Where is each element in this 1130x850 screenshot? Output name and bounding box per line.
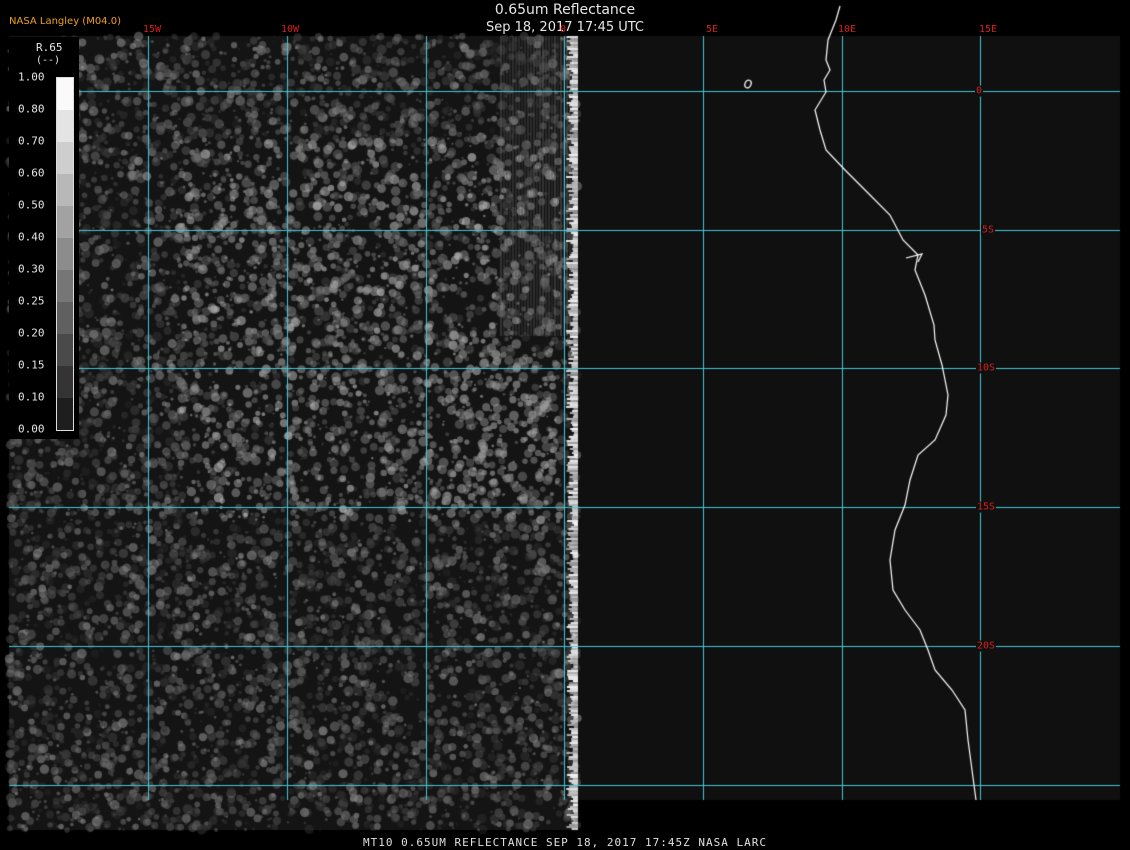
satellite-map-view: NASA Langley (M04.0) 0.65um Reflectance … — [0, 0, 1130, 850]
legend-tick: 0.70 — [18, 134, 45, 148]
longitude-label-10e: 10E — [837, 24, 857, 35]
legend-tick: 1.00 — [18, 70, 45, 84]
image-title: 0.65um Reflectance — [494, 2, 636, 18]
longitude-label-5e: 5E — [705, 24, 719, 35]
legend-tick: 0.30 — [18, 262, 45, 276]
latitude-label-15s: 15S — [975, 501, 997, 513]
legend-tick: 0.10 — [18, 390, 45, 404]
latitude-label-10s: 10S — [975, 362, 997, 374]
legend-tick: 0.50 — [18, 198, 45, 212]
legend-variable: R.65 — [36, 41, 63, 54]
colorbar-legend: R.65 (--) 1.00 0.80 0.70 0.60 0.50 0.40 … — [9, 37, 79, 439]
legend-tick: 0.00 — [18, 422, 45, 436]
footer-caption: MT10 0.65UM REFLECTANCE SEP 18, 2017 17:… — [363, 836, 767, 849]
latitude-label-20s: 20S — [975, 640, 997, 652]
legend-tick: 0.60 — [18, 166, 45, 180]
longitude-label-15e: 15E — [978, 24, 998, 35]
latitude-label-5s: 5S — [980, 224, 996, 236]
colorbar — [56, 77, 74, 431]
legend-tick: 0.25 — [18, 294, 45, 308]
longitude-label-15w: 15W — [142, 24, 162, 35]
legend-tick: 0.15 — [18, 358, 45, 372]
legend-tick: 0.20 — [18, 326, 45, 340]
longitude-label-0: 0 — [559, 24, 567, 35]
latitude-label-0: 0 — [974, 85, 984, 97]
legend-tick: 0.40 — [18, 230, 45, 244]
reflectance-image — [0, 0, 1130, 850]
legend-unit: (--) — [36, 55, 61, 66]
legend-tick: 0.80 — [18, 102, 45, 116]
longitude-label-10w: 10W — [280, 24, 300, 35]
